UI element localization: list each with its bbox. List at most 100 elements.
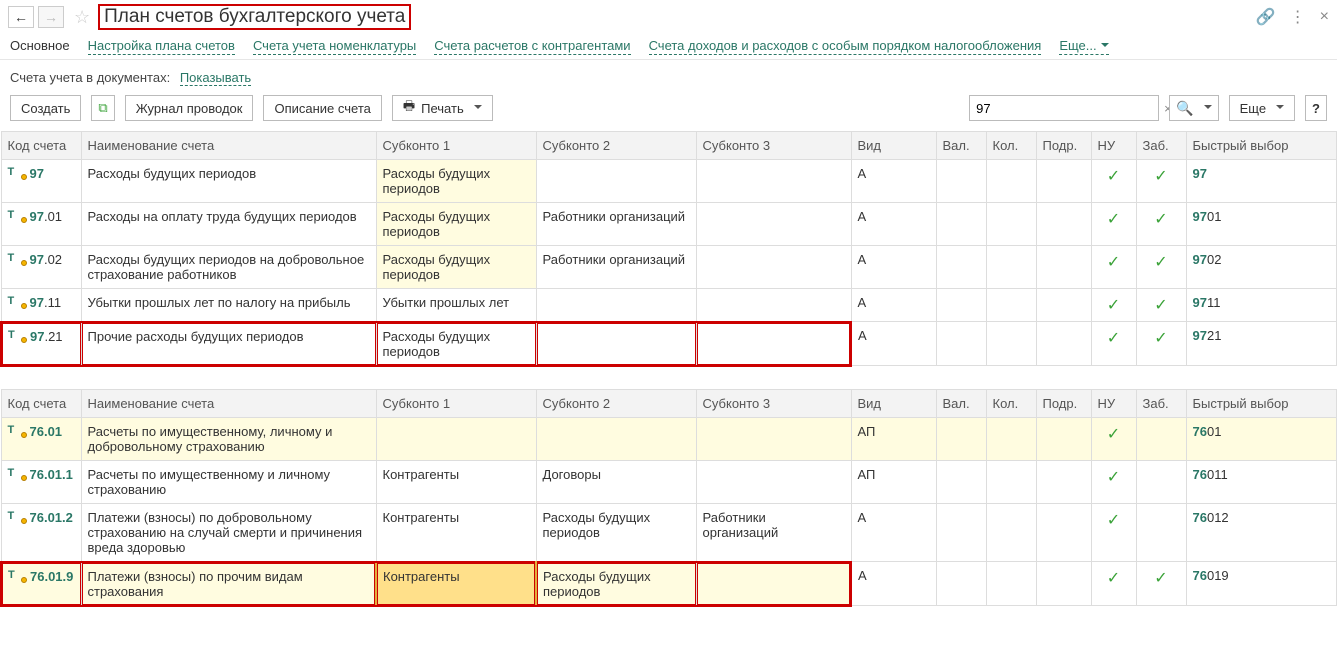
col-code[interactable]: Код счета <box>1 132 81 160</box>
check-icon: ✓ <box>1136 246 1186 289</box>
page-title: План счетов бухгалтерского учета <box>98 4 411 30</box>
table-row[interactable]: T97.01Расходы на оплату труда будущих пе… <box>1 203 1337 246</box>
journal-button-label: Журнал проводок <box>136 101 243 116</box>
table-row[interactable]: T97Расходы будущих периодовРасходы будущ… <box>1 160 1337 203</box>
col-sub3[interactable]: Субконто 3 <box>696 132 851 160</box>
check-icon <box>1136 417 1186 460</box>
accounts-table-1: Код счета Наименование счета Субконто 1 … <box>0 131 1337 367</box>
col-name[interactable]: Наименование счета <box>81 132 376 160</box>
check-icon: ✓ <box>1136 160 1186 203</box>
forward-button[interactable]: → <box>38 6 64 28</box>
account-icon: T <box>8 252 24 264</box>
account-icon: T <box>8 569 24 581</box>
col-sub2[interactable]: Субконто 2 <box>536 389 696 417</box>
account-icon: T <box>8 510 24 522</box>
tab-tax[interactable]: Счета доходов и расходов с особым порядк… <box>649 38 1042 55</box>
check-icon: ✓ <box>1136 203 1186 246</box>
table-row[interactable]: T76.01.9Платежи (взносы) по прочим видам… <box>1 562 1337 606</box>
chevron-down-icon <box>470 101 482 116</box>
arrow-left-icon: ← <box>14 10 28 24</box>
docs-accounts-label: Счета учета в документах: <box>10 70 170 85</box>
tab-setup[interactable]: Настройка плана счетов <box>88 38 235 55</box>
col-kol[interactable]: Кол. <box>986 132 1036 160</box>
col-fast[interactable]: Быстрый выбор <box>1186 132 1337 160</box>
printer-icon: 🖶 <box>403 97 415 119</box>
col-fast[interactable]: Быстрый выбор <box>1186 389 1337 417</box>
chevron-down-icon <box>1200 101 1212 116</box>
table-header: Код счета Наименование счета Субконто 1 … <box>1 389 1337 417</box>
close-icon[interactable]: × <box>1320 8 1329 26</box>
col-val[interactable]: Вал. <box>936 389 986 417</box>
more-menu-icon[interactable]: ⋮ <box>1290 7 1306 27</box>
account-icon: T <box>8 329 24 341</box>
link-icon[interactable]: 🔗 <box>1256 7 1276 27</box>
check-icon: ✓ <box>1136 562 1186 606</box>
check-icon <box>1136 460 1186 503</box>
print-button[interactable]: 🖶 Печать <box>392 95 493 121</box>
col-pod[interactable]: Подр. <box>1036 132 1091 160</box>
col-pod[interactable]: Подр. <box>1036 389 1091 417</box>
copy-button[interactable]: ⧉ <box>91 95 114 121</box>
back-button[interactable]: ← <box>8 6 34 28</box>
tab-nomen[interactable]: Счета учета номенклатуры <box>253 38 416 55</box>
col-nu[interactable]: НУ <box>1091 389 1136 417</box>
search-icon: 🔍 <box>1176 100 1193 117</box>
favorite-icon[interactable]: ☆ <box>74 7 90 28</box>
more-button[interactable]: Еще <box>1229 95 1295 121</box>
tab-more[interactable]: Еще... <box>1059 38 1108 55</box>
copy-icon: ⧉ <box>98 100 107 116</box>
table-row[interactable]: T97.21Прочие расходы будущих периодовРас… <box>1 322 1337 366</box>
check-icon: ✓ <box>1091 246 1136 289</box>
account-icon: T <box>8 467 24 479</box>
account-icon: T <box>8 295 24 307</box>
account-icon: T <box>8 166 24 178</box>
tab-main[interactable]: Основное <box>10 38 70 55</box>
create-button[interactable]: Создать <box>10 95 81 121</box>
table-row[interactable]: T76.01Расчеты по имущественному, личному… <box>1 417 1337 460</box>
search-box[interactable]: × <box>969 95 1159 121</box>
col-vid[interactable]: Вид <box>851 389 936 417</box>
col-sub1[interactable]: Субконто 1 <box>376 132 536 160</box>
check-icon: ✓ <box>1091 203 1136 246</box>
col-name[interactable]: Наименование счета <box>81 389 376 417</box>
table-row[interactable]: T76.01.2Платежи (взносы) по добровольном… <box>1 503 1337 562</box>
table-row[interactable]: T97.11Убытки прошлых лет по налогу на пр… <box>1 289 1337 322</box>
col-sub3[interactable]: Субконто 3 <box>696 389 851 417</box>
describe-button-label: Описание счета <box>274 101 370 116</box>
col-zab[interactable]: Заб. <box>1136 389 1186 417</box>
describe-button[interactable]: Описание счета <box>263 95 381 121</box>
col-sub2[interactable]: Субконто 2 <box>536 132 696 160</box>
tab-counter[interactable]: Счета расчетов с контрагентами <box>434 38 630 55</box>
account-icon: T <box>8 209 24 221</box>
journal-button[interactable]: Журнал проводок <box>125 95 254 121</box>
col-vid[interactable]: Вид <box>851 132 936 160</box>
more-button-label: Еще <box>1240 101 1266 116</box>
check-icon <box>1136 503 1186 562</box>
check-icon: ✓ <box>1091 289 1136 322</box>
col-code[interactable]: Код счета <box>1 389 81 417</box>
table-row[interactable]: T97.02Расходы будущих периодов на добров… <box>1 246 1337 289</box>
check-icon: ✓ <box>1136 289 1186 322</box>
check-icon: ✓ <box>1091 562 1136 606</box>
check-icon: ✓ <box>1136 322 1186 366</box>
create-button-label: Создать <box>21 101 70 116</box>
accounts-table-2: Код счета Наименование счета Субконто 1 … <box>0 389 1337 607</box>
check-icon: ✓ <box>1091 160 1136 203</box>
check-icon: ✓ <box>1091 460 1136 503</box>
table-row[interactable]: T76.01.1Расчеты по имущественному и личн… <box>1 460 1337 503</box>
check-icon: ✓ <box>1091 417 1136 460</box>
col-nu[interactable]: НУ <box>1091 132 1136 160</box>
col-sub1[interactable]: Субконто 1 <box>376 389 536 417</box>
search-button[interactable]: 🔍 <box>1169 95 1218 121</box>
search-input[interactable] <box>970 101 1158 116</box>
help-button[interactable]: ? <box>1305 95 1327 121</box>
table-header: Код счета Наименование счета Субконто 1 … <box>1 132 1337 160</box>
col-kol[interactable]: Кол. <box>986 389 1036 417</box>
col-val[interactable]: Вал. <box>936 132 986 160</box>
col-zab[interactable]: Заб. <box>1136 132 1186 160</box>
print-button-label: Печать <box>421 101 464 116</box>
docs-accounts-value[interactable]: Показывать <box>180 70 251 86</box>
check-icon: ✓ <box>1091 503 1136 562</box>
check-icon: ✓ <box>1091 322 1136 366</box>
arrow-right-icon: → <box>44 10 58 24</box>
